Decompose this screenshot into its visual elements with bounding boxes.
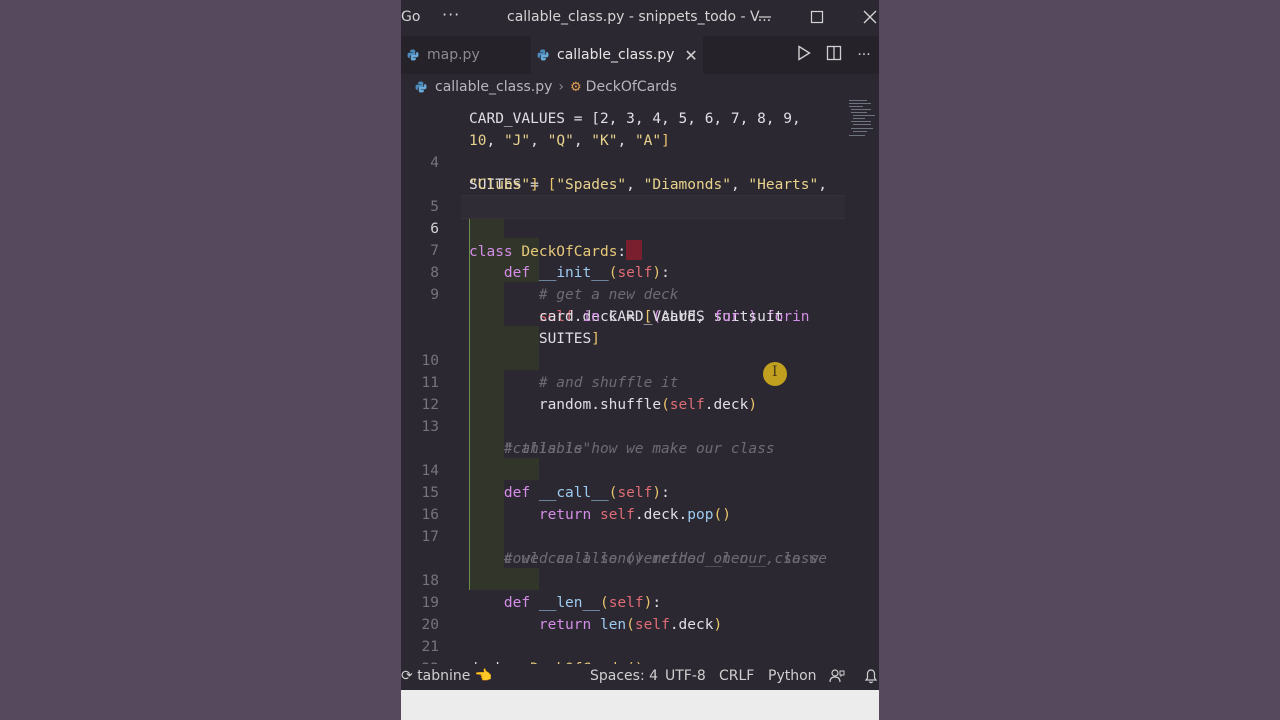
indentation-status[interactable]: Spaces: 4 — [590, 668, 658, 684]
code-line: could call len() method on our class — [401, 526, 879, 567]
language-mode-status[interactable]: Python — [768, 668, 817, 684]
tab-map-py[interactable]: map.py — [401, 36, 531, 74]
breadcrumb-symbol[interactable]: DeckOfCards — [586, 79, 677, 95]
tabnine-icon: ⟳ — [401, 668, 413, 684]
eol-status[interactable]: CRLF — [719, 668, 754, 684]
code-line: 13 # this is how we make our class — [401, 394, 879, 457]
code-line: 12 — [401, 372, 879, 413]
menu-go[interactable]: Go — [401, 9, 420, 25]
code-line: 20 — [401, 592, 879, 633]
code-line: 8 # get a new deck — [401, 240, 879, 303]
python-icon — [537, 49, 549, 61]
code-line: SUITES] — [401, 306, 879, 347]
status-bar: ⟳ tabnine 👈 Spaces: 4 UTF-8 CRLF Python — [401, 664, 879, 690]
feedback-icon[interactable] — [829, 668, 845, 688]
breadcrumb-file[interactable]: callable_class.py — [435, 79, 552, 95]
code-line: 9 self.deck = [(card, suit) for — [401, 262, 879, 325]
code-line: "callable" — [401, 416, 879, 457]
tab-label: map.py — [427, 47, 480, 63]
class-symbol-icon: ⚙ — [570, 79, 582, 95]
code-line: 10, "J", "Q", "K", "A"] — [401, 108, 879, 149]
code-line: 22 — [401, 636, 879, 664]
code-line: 17 # we can also override __len__, so we — [401, 504, 879, 567]
notifications-bell-icon[interactable] — [863, 668, 879, 688]
tab-bar: map.py callable_class.py ✕ ··· — [401, 36, 879, 74]
chevron-right-icon: › — [558, 79, 565, 95]
mouse-pointer-highlight — [763, 362, 787, 386]
encoding-status[interactable]: UTF-8 — [665, 668, 706, 684]
tab-callable-class-py[interactable]: callable_class.py ✕ — [531, 36, 703, 74]
code-line: 5 — [401, 174, 879, 215]
python-icon — [407, 49, 419, 61]
code-line: CARD_VALUES = [2, 3, 4, 5, 6, 7, 8, 9, — [401, 96, 879, 127]
tabnine-status[interactable]: ⟳ tabnine 👈 — [401, 668, 492, 684]
left-background — [0, 0, 401, 720]
more-actions-icon[interactable]: ··· — [849, 47, 879, 63]
code-line: 15 return self.deck.pop() — [401, 460, 879, 523]
code-line: 18 def __len__(self): — [401, 548, 879, 611]
code-editor[interactable]: CARD_VALUES = [2, 3, 4, 5, 6, 7, 8, 9, 1… — [401, 96, 879, 664]
close-tab-icon[interactable]: ✕ — [684, 46, 697, 65]
code-line: 11 random.shuffle(self.deck) — [401, 350, 879, 413]
vscode-window: Go ··· callable_class.py - snippets_todo… — [401, 0, 879, 720]
python-icon — [415, 81, 427, 93]
close-window-icon[interactable] — [856, 4, 879, 30]
code-line: 14 def __call__(self): — [401, 438, 879, 501]
code-line: 4 SUITES = ["Spades", "Diamonds", "Heart… — [401, 130, 879, 193]
right-background — [879, 0, 1280, 720]
hand-icon: 👈 — [474, 668, 493, 684]
code-line: 10 # and shuffle it — [401, 328, 879, 391]
minimap[interactable] — [847, 100, 877, 146]
maximize-icon[interactable] — [803, 4, 831, 30]
code-line: "Clubs"] — [401, 152, 879, 193]
code-line: 7 def __init__(self): — [401, 218, 879, 281]
code-line: 6 class DeckOfCards: — [401, 196, 879, 260]
title-bar: Go ··· callable_class.py - snippets_todo… — [401, 0, 879, 36]
split-editor-icon[interactable] — [819, 45, 849, 65]
code-line: 19 return len(self.deck) — [401, 570, 879, 633]
code-line: 16 — [401, 482, 879, 523]
more-menu-icon[interactable]: ··· — [442, 5, 460, 24]
bottom-strip — [401, 690, 879, 720]
run-icon[interactable] — [789, 45, 819, 65]
editor-actions: ··· — [789, 36, 879, 74]
code-line: 21 deck = DeckOfCards() — [401, 614, 879, 664]
window-title: callable_class.py - snippets_todo - V... — [507, 9, 772, 25]
minimize-icon[interactable] — [751, 4, 779, 30]
code-line: card in CARD_VALUES for suit in — [401, 284, 879, 325]
tab-label: callable_class.py — [557, 47, 675, 63]
